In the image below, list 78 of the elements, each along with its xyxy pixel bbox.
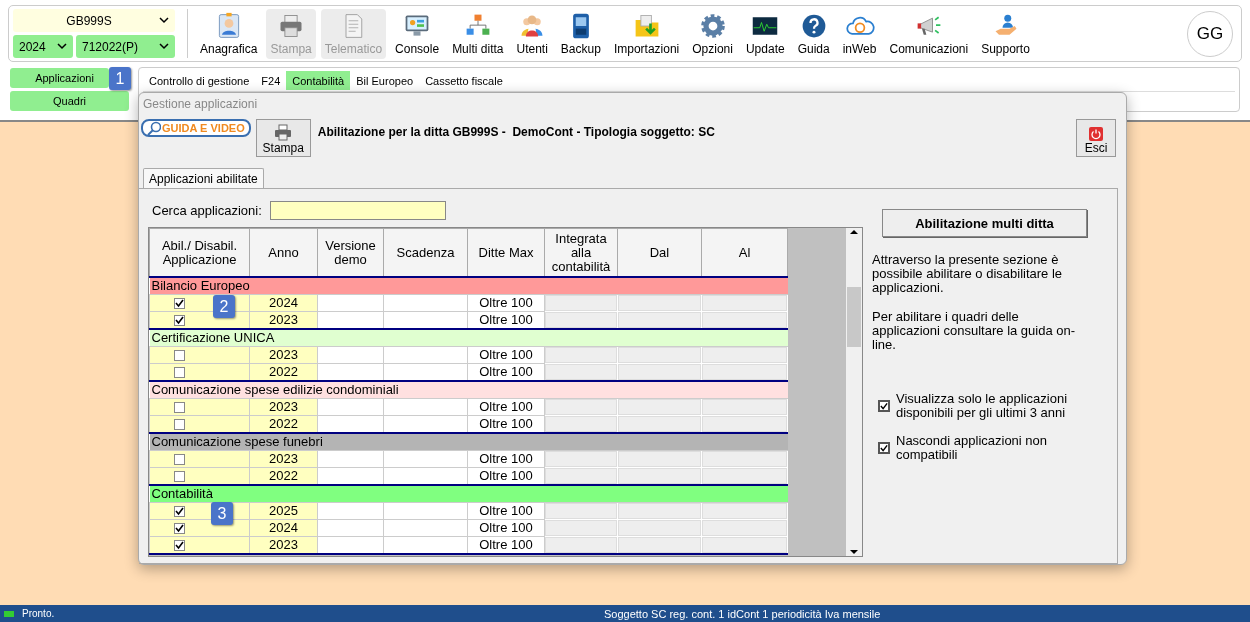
checkbox[interactable] [878, 442, 890, 454]
checkbox[interactable] [174, 298, 185, 310]
toolbar-button[interactable]: Backup [556, 8, 605, 59]
toolbar-button[interactable]: Anagrafica [196, 8, 262, 59]
step-badge: 1 [109, 67, 131, 90]
table-cell: Oltre 100 [467, 346, 545, 364]
toolbar-button[interactable]: Supporto [977, 8, 1034, 59]
module-tab[interactable]: Contabilità [286, 71, 351, 90]
info-text: Attraverso la presente sezione è possibile abilitare o disabilitare le applicazioni. [872, 253, 1064, 295]
step-badge: 2 [213, 295, 235, 318]
scroll-down-icon [849, 547, 859, 556]
printer-icon [274, 124, 293, 141]
checkbox[interactable] [174, 350, 185, 362]
toolbar-button[interactable]: Importazioni [609, 8, 684, 59]
column-header: Al [701, 228, 788, 277]
column-header: Scadenza [383, 228, 468, 277]
toolbar-button[interactable]: Utenti [512, 8, 552, 59]
column-header: Dal [617, 228, 702, 277]
module-tab[interactable]: Cassetto fiscale [419, 71, 509, 90]
company-dropdown[interactable]: GB999S [13, 9, 175, 32]
print-button[interactable]: Stampa [255, 119, 311, 157]
toolbar-button[interactable]: Guida [793, 8, 834, 59]
search-label: Cerca applicazioni: [152, 203, 262, 218]
info-text: Per abilitare i quadri delle applicazioni consultare la guida on-line. [872, 310, 1077, 352]
dialog-tab[interactable]: Applicazioni abilitate [143, 168, 264, 188]
column-header: Ditte Max [467, 228, 545, 277]
checkbox[interactable] [174, 402, 185, 414]
checkbox[interactable] [174, 367, 185, 379]
table-cell: Oltre 100 [467, 519, 545, 537]
module-tab[interactable]: Bil Europeo [350, 71, 420, 90]
dialog-heading: Abilitazione per la ditta GB999S - DemoCont - Tipologia soggetto: SC [317, 125, 716, 139]
checkbox[interactable] [174, 523, 185, 535]
toolbar-button[interactable]: Multi ditta [448, 8, 508, 59]
column-header: Integrata alla contabilità [544, 228, 618, 277]
side-button[interactable]: Applicazioni [10, 68, 109, 88]
checkbox-label: Visualizza solo le applicazioni disponibili per gli ultimi 3 anni [896, 392, 1069, 420]
toolbar-button[interactable]: Comunicazioni [885, 8, 973, 59]
checkbox[interactable] [878, 400, 890, 412]
table-cell: Oltre 100 [467, 398, 545, 416]
dialog-title: Gestione applicazioni [142, 96, 259, 113]
checkbox[interactable] [174, 471, 185, 483]
exit-button[interactable]: Esci [1076, 119, 1116, 157]
period-dropdown[interactable]: 712022(P) [76, 35, 175, 58]
multi-company-button[interactable]: Abilitazione multi ditta [882, 209, 1087, 237]
table-cell: Oltre 100 [467, 450, 545, 468]
checkbox[interactable] [174, 454, 185, 466]
checkbox[interactable] [174, 315, 185, 327]
scroll-up-icon [849, 228, 859, 236]
side-button[interactable]: Quadri [10, 91, 129, 111]
column-header: Abil./ Disabil. Applicazione [149, 228, 250, 277]
checkbox-label: Nascondi applicazioni non compatibili [896, 434, 1049, 462]
toolbar-button[interactable]: Console [391, 8, 444, 59]
toolbar-button[interactable]: Update [741, 8, 789, 59]
caret-icon [57, 43, 67, 50]
step-badge: 3 [211, 502, 233, 525]
column-header: Versione demo [317, 228, 384, 277]
toolbar-button[interactable]: inWeb [838, 8, 881, 59]
column-header: Anno [249, 228, 318, 277]
search-icon [147, 121, 161, 135]
search-field[interactable] [269, 201, 446, 220]
status-text: Pronto. [22, 608, 55, 619]
status-info: Soggetto SC reg. cont. 1 idCont 1 periodicità Iva mensile [604, 607, 881, 620]
module-tab[interactable]: Controllo di gestione [143, 71, 256, 90]
year-dropdown[interactable]: 2024 [13, 35, 73, 58]
checkbox[interactable] [174, 419, 185, 431]
checkbox[interactable] [174, 506, 185, 518]
power-icon [1089, 127, 1103, 141]
module-tab[interactable]: F24 [255, 71, 287, 90]
status-icon [4, 610, 14, 617]
scrollbar-thumb[interactable] [847, 286, 861, 347]
scrollbar[interactable] [846, 228, 862, 556]
table-cell: Oltre 100 [467, 294, 545, 312]
toolbar-button[interactable]: Opzioni [688, 8, 737, 59]
caret-icon [159, 43, 169, 50]
checkbox[interactable] [174, 540, 185, 552]
table-cell: Oltre 100 [467, 536, 545, 554]
table-cell: Oltre 100 [467, 502, 545, 520]
caret-icon [159, 17, 169, 24]
